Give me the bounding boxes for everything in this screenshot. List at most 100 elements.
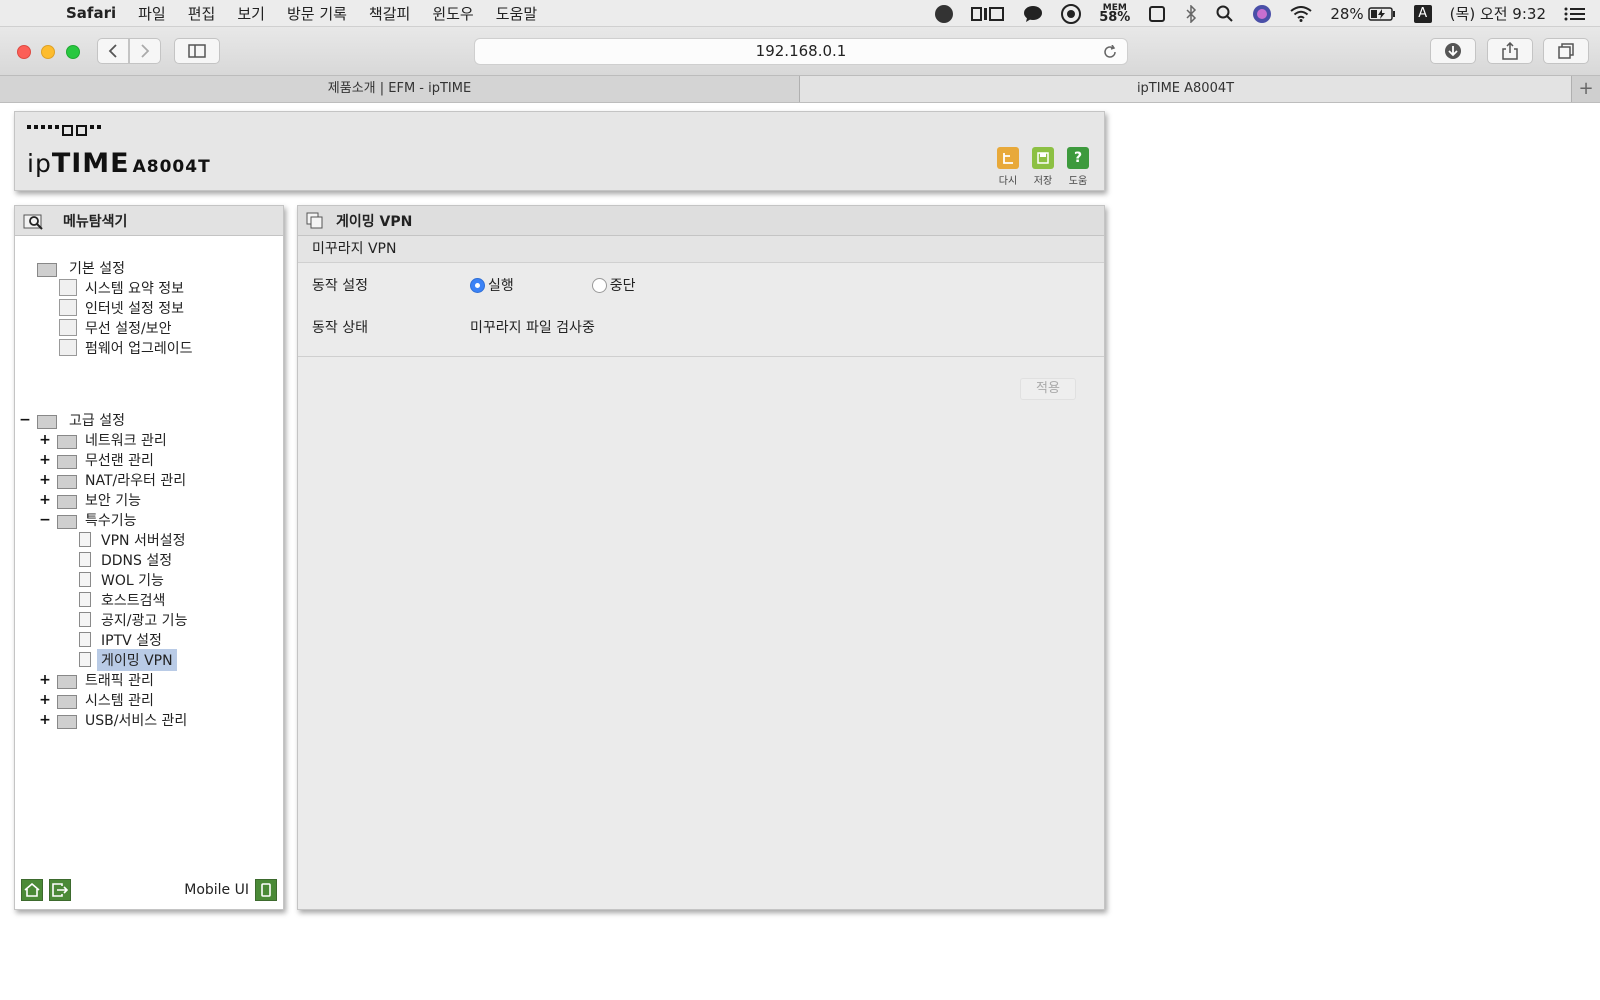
home-button[interactable] <box>21 879 43 901</box>
save-button[interactable]: 저장 <box>1031 147 1055 187</box>
spotlight-search-icon[interactable] <box>1216 5 1234 23</box>
home-icon <box>24 883 40 897</box>
macos-menubar: Safari 파일 편집 보기 방문 기록 책갈피 윈도우 도움말 MEM 58% <box>0 0 1600 27</box>
expand-icon[interactable]: + <box>39 472 51 488</box>
menu-edit[interactable]: 편집 <box>188 3 216 24</box>
notification-center-icon[interactable] <box>1564 6 1586 22</box>
menu-file[interactable]: 파일 <box>138 3 166 24</box>
operation-setting-row: 동작 설정 실행 중단 <box>298 263 1104 305</box>
tree-special-features[interactable]: − 특수기능 <box>39 510 137 529</box>
menu-app[interactable]: Safari <box>66 4 116 22</box>
tree-traffic-management[interactable]: + 트래픽 관리 <box>39 670 154 689</box>
expand-icon[interactable]: + <box>39 692 51 708</box>
menu-help[interactable]: 도움말 <box>496 3 537 24</box>
screen-icon[interactable] <box>1148 5 1166 23</box>
page-icon <box>79 592 91 607</box>
tab-iptime[interactable]: ipTIME A8004T <box>800 76 1572 102</box>
tree-advanced-settings[interactable]: − 고급 설정 <box>19 410 129 429</box>
clock[interactable]: (목) 오전 9:32 <box>1450 3 1546 24</box>
radio-run-label[interactable]: 실행 <box>488 275 514 295</box>
sidebar-toggle-button[interactable] <box>174 38 220 64</box>
upgrade-icon <box>59 339 77 356</box>
sidebar-icon <box>188 44 206 58</box>
search-folder-icon <box>23 214 43 230</box>
operation-status-row: 동작 상태 미꾸라지 파일 검사중 <box>298 305 1104 347</box>
collapse-icon[interactable]: − <box>19 412 31 428</box>
forward-button[interactable] <box>129 38 161 64</box>
back-button[interactable] <box>97 38 129 64</box>
folder-lock-icon <box>57 492 79 509</box>
tree-system-management[interactable]: + 시스템 관리 <box>39 690 154 709</box>
expand-icon[interactable]: + <box>39 452 51 468</box>
battery-indicator[interactable]: 28% <box>1330 5 1395 23</box>
radio-stop[interactable] <box>591 277 607 293</box>
expand-icon[interactable]: + <box>39 492 51 508</box>
tree-wireless-management[interactable]: + 무선랜 관리 <box>39 450 154 469</box>
tree-notice-ad[interactable]: 공지/광고 기능 <box>79 610 187 629</box>
iptime-logo-mark <box>27 125 101 136</box>
siri-icon[interactable] <box>1252 4 1272 24</box>
page-icon <box>79 552 91 567</box>
tree-system-summary[interactable]: 시스템 요약 정보 <box>59 278 184 297</box>
tree-ddns[interactable]: DDNS 설정 <box>79 550 172 569</box>
expand-icon[interactable]: + <box>39 432 51 448</box>
status-app-icon[interactable] <box>935 4 954 23</box>
wireless-icon <box>59 319 77 336</box>
reload-icon[interactable] <box>1103 39 1117 67</box>
downloads-button[interactable] <box>1430 38 1476 64</box>
tree-vpn-server[interactable]: VPN 서버설정 <box>79 530 185 549</box>
tree-basic-settings[interactable]: 기본 설정 <box>37 258 129 277</box>
tree-firmware-upgrade[interactable]: 펌웨어 업그레이드 <box>59 338 193 357</box>
tree-usb-service[interactable]: + USB/서비스 관리 <box>39 710 187 729</box>
share-button[interactable] <box>1487 38 1533 64</box>
folder-plus-icon <box>37 412 59 429</box>
minimize-window-button[interactable] <box>41 45 55 59</box>
expand-icon[interactable]: + <box>39 712 51 728</box>
input-source-icon[interactable]: A <box>1413 4 1432 23</box>
tree-iptv[interactable]: IPTV 설정 <box>79 630 162 649</box>
window-layout-icon[interactable] <box>971 6 1005 22</box>
menu-history[interactable]: 방문 기록 <box>287 3 347 24</box>
new-tab-button[interactable]: + <box>1572 76 1600 102</box>
tree-gaming-vpn[interactable]: 게이밍 VPN <box>79 648 177 671</box>
memory-indicator[interactable]: MEM 58% <box>1099 3 1130 24</box>
menu-bookmarks[interactable]: 책갈피 <box>369 3 410 24</box>
zoom-window-button[interactable] <box>66 45 80 59</box>
tree-host-search[interactable]: 호스트검색 <box>79 590 165 609</box>
tabs-overview-icon <box>1558 43 1574 59</box>
tree-wireless-security[interactable]: 무선 설정/보안 <box>59 318 171 337</box>
close-window-button[interactable] <box>17 45 31 59</box>
page-icon <box>79 572 91 587</box>
tree-nat-router[interactable]: + NAT/라우터 관리 <box>39 470 186 489</box>
expand-icon[interactable]: + <box>39 672 51 688</box>
mobile-ui-link[interactable]: Mobile UI <box>184 882 249 898</box>
menu-view[interactable]: 보기 <box>237 3 265 24</box>
chat-icon[interactable] <box>1023 5 1043 23</box>
page-icon <box>79 632 91 647</box>
collapse-icon[interactable]: − <box>39 512 51 528</box>
radio-stop-label[interactable]: 중단 <box>610 275 636 295</box>
iptime-logo: ipTIME A8004T <box>27 148 211 179</box>
tree-internet-info[interactable]: 인터넷 설정 정보 <box>59 298 184 317</box>
radio-run[interactable] <box>470 277 485 293</box>
eye-monitor-icon[interactable] <box>1061 3 1082 24</box>
undo-icon <box>997 147 1019 169</box>
section-divider <box>298 356 1104 357</box>
help-button[interactable]: ? 도움 <box>1066 147 1090 187</box>
logout-button[interactable] <box>49 879 71 901</box>
address-bar[interactable]: 192.168.0.1 <box>474 38 1128 65</box>
content-panel: 게이밍 VPN 미꾸라지 VPN 동작 설정 실행 중단 동작 상태 미꾸라지 … <box>297 205 1105 910</box>
apply-button[interactable]: 적용 <box>1020 378 1076 400</box>
menu-window[interactable]: 윈도우 <box>432 3 473 24</box>
tree-security[interactable]: + 보안 기능 <box>39 490 141 509</box>
show-tabs-button[interactable] <box>1543 38 1589 64</box>
chart-icon <box>59 279 77 296</box>
mobile-ui-button[interactable] <box>255 879 277 901</box>
tree-network-management[interactable]: + 네트워크 관리 <box>39 430 167 449</box>
menu-explorer-header: 메뉴탐색기 <box>15 206 283 236</box>
reset-button[interactable]: 다시 <box>996 147 1020 187</box>
wifi-icon[interactable] <box>1290 5 1312 22</box>
tree-wol[interactable]: WOL 기능 <box>79 570 164 589</box>
tab-efm[interactable]: 제품소개 | EFM - ipTIME <box>0 76 800 102</box>
bluetooth-icon[interactable] <box>1184 4 1198 23</box>
